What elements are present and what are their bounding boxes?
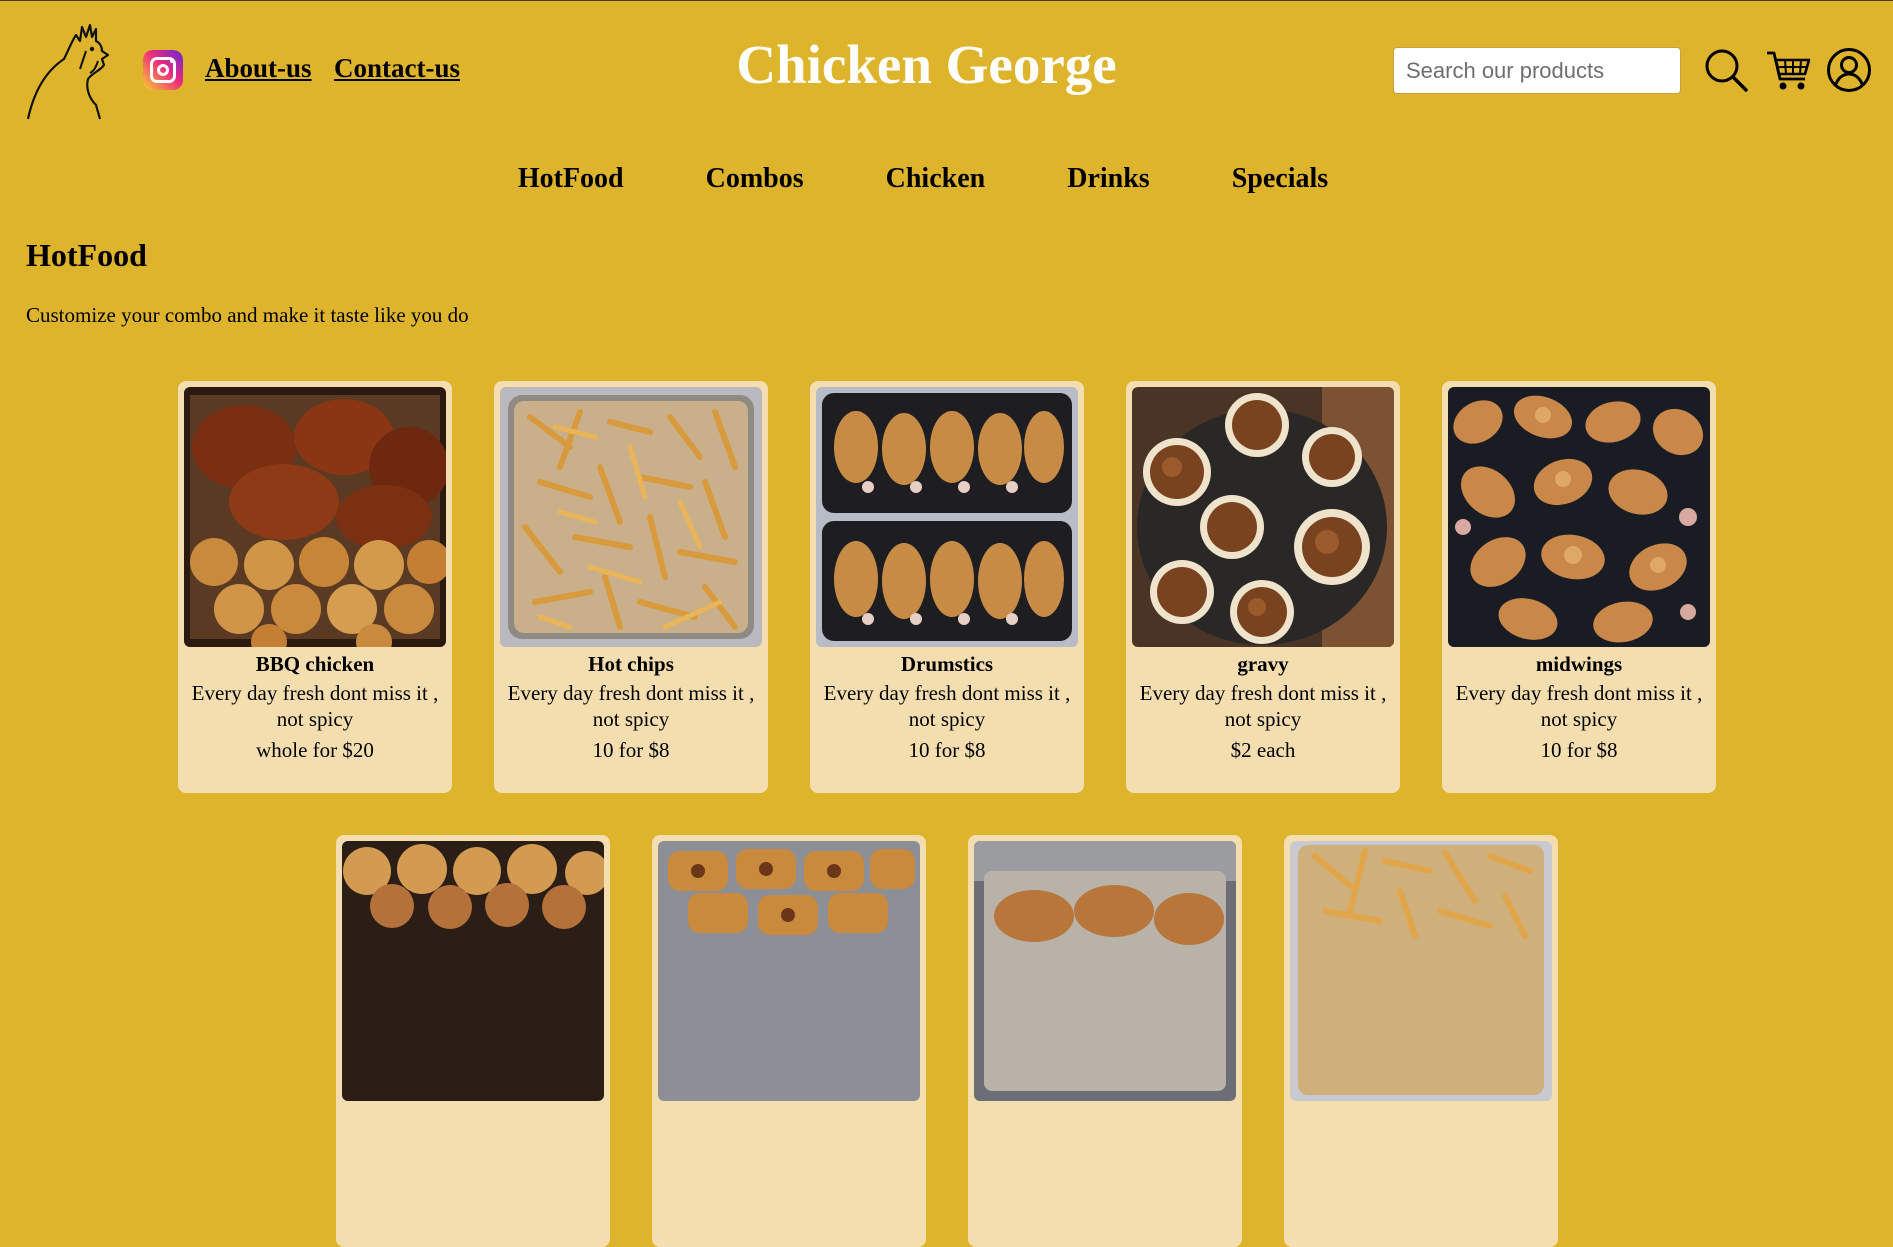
cart-icon[interactable]	[1765, 47, 1811, 93]
product-card[interactable]	[968, 835, 1242, 1247]
product-price: 10 for $8	[1540, 738, 1618, 762]
nav-item-combos[interactable]: Combos	[706, 163, 804, 195]
product-name: Hot chips	[588, 652, 674, 676]
product-price: 10 for $8	[908, 738, 986, 762]
product-card[interactable]: Drumstics Every day fresh dont miss it ,…	[810, 381, 1084, 793]
product-description: Every day fresh dont miss it , not spicy	[191, 681, 439, 731]
product-card[interactable]	[336, 835, 610, 1247]
product-description: Every day fresh dont miss it , not spicy	[507, 681, 755, 731]
nav-item-drinks[interactable]: Drinks	[1067, 163, 1149, 195]
product-card[interactable]: gravy Every day fresh dont miss it , not…	[1126, 381, 1400, 793]
product-description: Every day fresh dont miss it , not spicy	[823, 681, 1071, 731]
product-card[interactable]: BBQ chicken Every day fresh dont miss it…	[178, 381, 452, 793]
product-price: $2 each	[1230, 738, 1296, 762]
nav-item-hotfood[interactable]: HotFood	[518, 163, 624, 195]
product-name: Drumstics	[900, 652, 994, 676]
product-card[interactable]	[1284, 835, 1558, 1247]
product-card[interactable]: Hot chips Every day fresh dont miss it ,…	[494, 381, 768, 793]
nav-item-chicken[interactable]: Chicken	[886, 163, 986, 195]
product-price: whole for $20	[256, 738, 374, 762]
chips-tray-photo	[1290, 841, 1552, 1101]
section-description: Customize your combo and make it taste l…	[26, 303, 469, 327]
gravy-photo	[1132, 387, 1394, 647]
search-icon[interactable]	[1703, 47, 1749, 93]
hot-chips-photo	[500, 387, 762, 647]
fried-chicken-tray-photo	[974, 841, 1236, 1101]
rolls-photo	[342, 841, 604, 1101]
bbq-chicken-photo	[184, 387, 446, 647]
section-title: HotFood	[26, 237, 147, 273]
search-input[interactable]	[1393, 47, 1681, 94]
product-card[interactable]: midwings Every day fresh dont miss it , …	[1442, 381, 1716, 793]
site-header: About-us Contact-us Chicken George	[0, 1, 1893, 141]
nav-item-specials[interactable]: Specials	[1232, 163, 1328, 195]
drumsticks-photo	[816, 387, 1078, 647]
product-name: midwings	[1535, 652, 1623, 676]
product-description: Every day fresh dont miss it , not spicy	[1455, 681, 1703, 731]
midwings-photo	[1448, 387, 1710, 647]
product-name: gravy	[1237, 652, 1289, 676]
product-name: BBQ chicken	[255, 652, 375, 676]
user-icon[interactable]	[1826, 47, 1872, 93]
product-description: Every day fresh dont miss it , not spicy	[1139, 681, 1387, 731]
product-card[interactable]	[652, 835, 926, 1247]
category-nav: HotFood Combos Chicken Drinks Specials	[0, 163, 1893, 195]
product-price: 10 for $8	[592, 738, 670, 762]
sausage-rolls-photo	[658, 841, 920, 1101]
